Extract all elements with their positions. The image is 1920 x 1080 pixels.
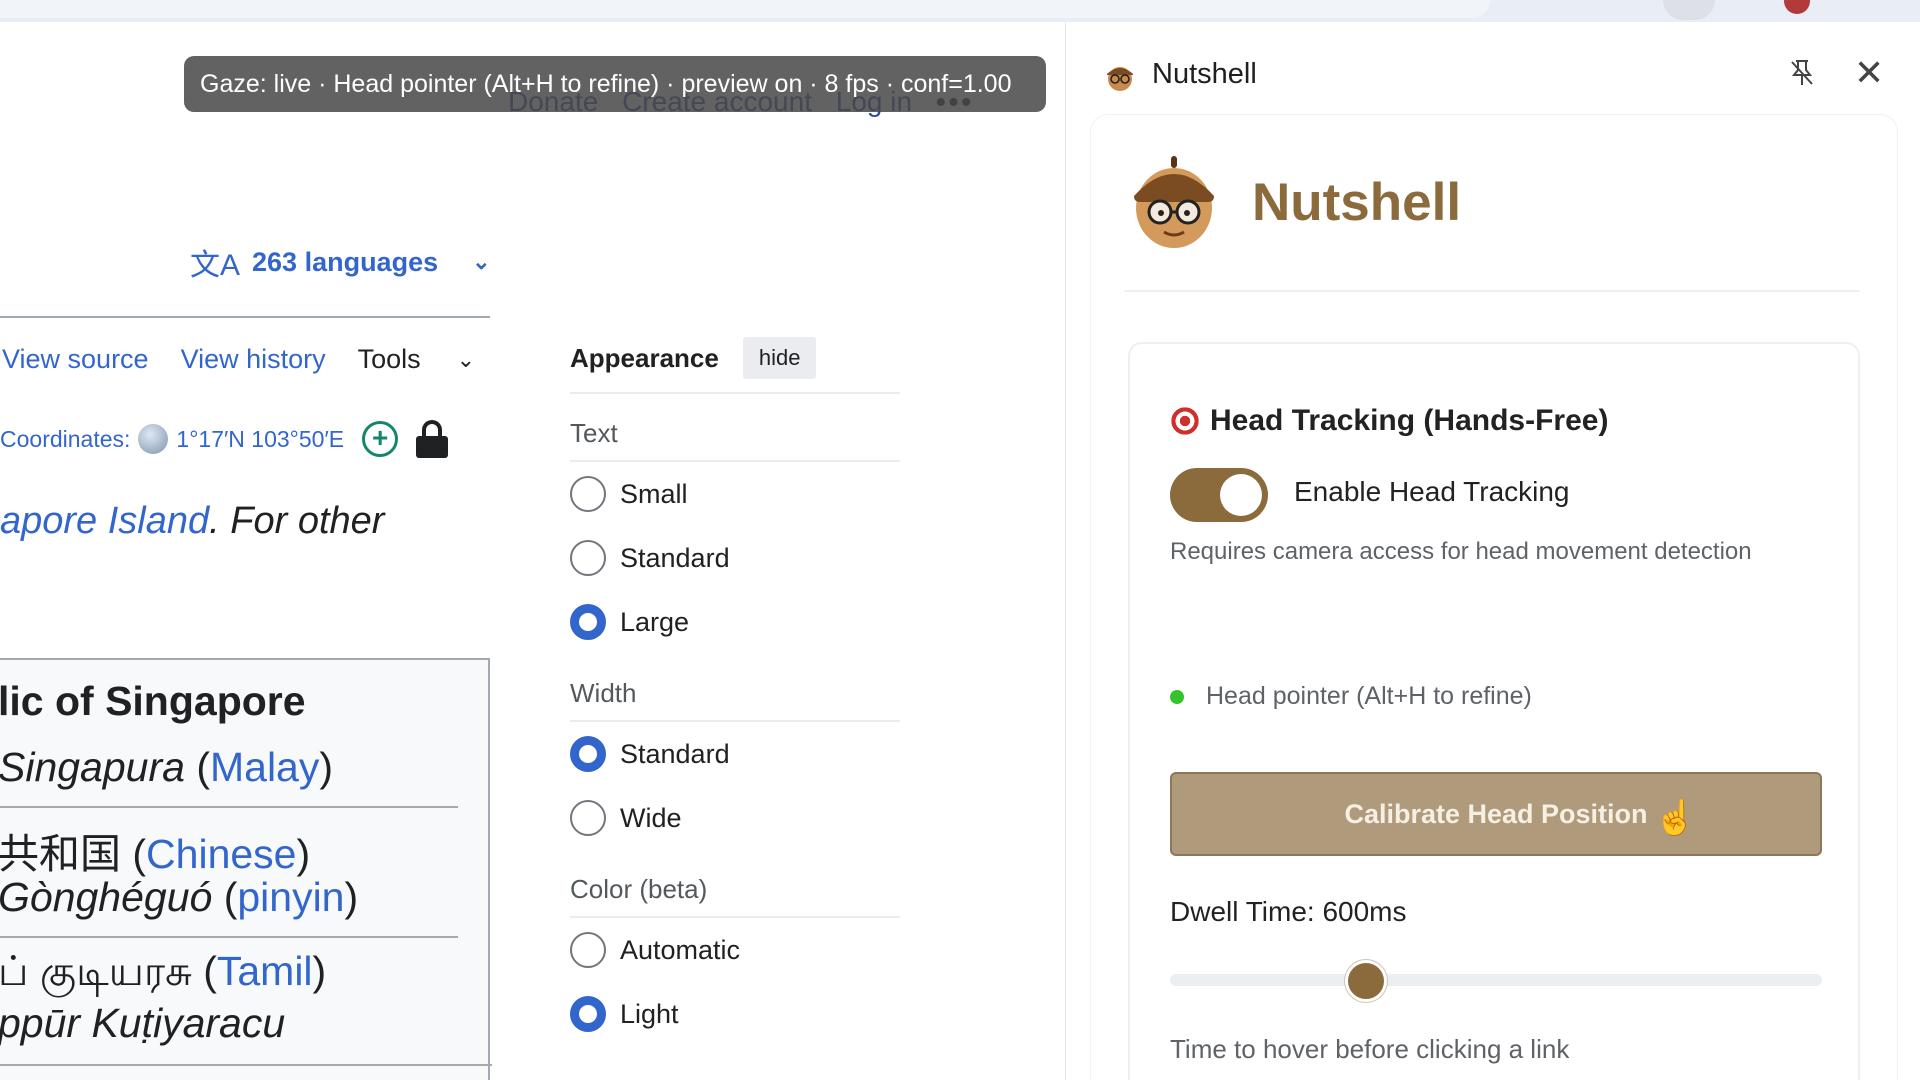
tamil-link[interactable]: Tamil [217,948,313,994]
coordinates-value[interactable]: 1°17′N 103°50′E [176,426,344,453]
brand-name: Nutshell [1252,173,1462,232]
text-size-option-label: Large [620,606,690,637]
status-text: Head pointer (Alt+H to refine) [1206,682,1532,710]
calibrate-button[interactable]: Calibrate Head Position [1170,772,1822,856]
radio-button[interactable] [570,996,606,1032]
dwell-slider-thumb[interactable] [1344,960,1387,1002]
infobox-divider [0,1064,492,1066]
camera-help-text: Requires camera access for head movement… [1170,538,1752,565]
width-option[interactable]: Standard [570,722,900,786]
wikipedia-page: Gaze: live · Head pointer (Alt+H to refi… [0,22,1066,1080]
panel-title: Nutshell [1152,58,1257,90]
radio-button[interactable] [570,932,606,968]
toggle-label: Enable Head Tracking [1294,476,1570,507]
hide-button[interactable]: hide [742,337,817,379]
color-heading: Color (beta) [570,874,708,904]
color-option[interactable]: Automatic [570,918,900,982]
head-tracking-title: Head Tracking (Hands-Free) [1170,404,1608,438]
appearance-title: Appearance [570,342,719,373]
dwell-help-text: Time to hover before clicking a link [1170,1034,1570,1064]
gaze-status-overlay: Gaze: live · Head pointer (Alt+H to refi… [184,56,1046,112]
chinese-link[interactable]: Chinese [146,831,296,877]
color-option-label: Automatic [620,934,741,965]
hatnote-link[interactable]: apore Island [0,500,209,542]
translate-icon: 文A [190,249,241,282]
chevron-down-icon[interactable]: ⌄ [457,347,475,373]
width-option-label: Standard [620,738,730,769]
profile-avatar[interactable] [1784,0,1810,14]
text-size-option[interactable]: Large [570,590,900,654]
infobox-malay: Singapura (Malay) [0,744,334,790]
radio-button[interactable] [570,604,606,640]
hatnote-text: . For other [209,500,385,542]
languages-label: 263 languages [252,246,439,277]
infobox: lic of Singapore Singapura (Malay) 共和国 (… [0,658,492,1080]
width-heading: Width [570,678,637,708]
infobox-divider [0,806,458,808]
width-option-label: Wide [620,802,682,833]
tracking-status: Head pointer (Alt+H to refine) [1170,682,1532,711]
radio-button[interactable] [570,540,606,576]
tools-menu[interactable]: Tools [358,344,421,375]
side-panel-button[interactable] [1663,0,1715,20]
text-size-heading: Text [570,418,618,448]
divider [1124,290,1860,292]
nutshell-logo [1134,156,1214,248]
infobox-tamil: ப் குடியரசு (Tamil) [0,948,327,994]
nutshell-side-panel: Nutshell ✕ Nutshell Head Tracking (Hands… [1066,22,1920,1080]
radio-button[interactable] [570,800,606,836]
close-icon[interactable]: ✕ [1854,52,1884,94]
unpin-icon[interactable] [1788,58,1816,95]
languages-button[interactable]: 文A 263 languages ⌄ [190,240,491,284]
chevron-down-icon: ⌄ [472,249,491,274]
infobox-chinese: 共和国 (Chinese) [0,831,311,877]
acorn-icon [1107,67,1133,91]
target-icon [1170,406,1200,436]
lock-icon[interactable] [416,420,449,458]
toggle-knob [1220,474,1262,516]
infobox-tamil-roman: ppūr Kuṭiyaracu [0,1000,286,1046]
infobox-divider [0,936,458,938]
screen: Gaze: live · Head pointer (Alt+H to refi… [0,0,1920,1080]
status-dot-icon [1170,689,1184,704]
width-option[interactable]: Wide [570,786,900,850]
coordinates: Coordinates: 1°17′N 103°50′E + [0,420,449,458]
color-option[interactable]: Light [570,982,900,1046]
radio-button[interactable] [570,736,606,772]
tab-view-history[interactable]: View history [181,344,326,375]
featured-plus-icon[interactable]: + [362,421,399,457]
panel-header: Nutshell ✕ [1066,22,1920,118]
head-tracking-toggle[interactable] [1170,468,1268,522]
infobox-title: lic of Singapore [0,678,306,724]
divider [0,316,490,318]
hand-cursor-icon: ☝ [1654,799,1697,837]
dwell-slider-track[interactable] [1170,974,1822,986]
browser-toolbar [0,0,1920,22]
text-size-option[interactable]: Standard [570,526,900,590]
dwell-time-label: Dwell Time: 600ms [1170,896,1407,927]
infobox-pinyin: Gònghéguó (pinyin) [0,874,359,920]
page-tabs: View source View history Tools ⌄ [2,344,475,375]
malay-link[interactable]: Malay [210,744,319,790]
color-option-label: Light [620,998,679,1029]
pinyin-link[interactable]: pinyin [237,874,344,920]
hatnote: apore Island. For other [0,500,384,543]
globe-icon[interactable] [138,424,169,454]
divider [570,392,900,394]
text-size-option-label: Small [620,478,688,509]
head-tracking-card: Head Tracking (Hands-Free) Enable Head T… [1128,342,1860,1080]
address-bar[interactable] [0,0,1490,18]
tab-view-source[interactable]: View source [2,344,149,375]
appearance-menu: Appearance hide Text Small Standard Large … [570,336,900,1046]
text-size-option-label: Standard [620,542,730,573]
coordinates-label[interactable]: Coordinates: [0,426,130,453]
radio-button[interactable] [570,476,606,512]
text-size-option[interactable]: Small [570,462,900,526]
